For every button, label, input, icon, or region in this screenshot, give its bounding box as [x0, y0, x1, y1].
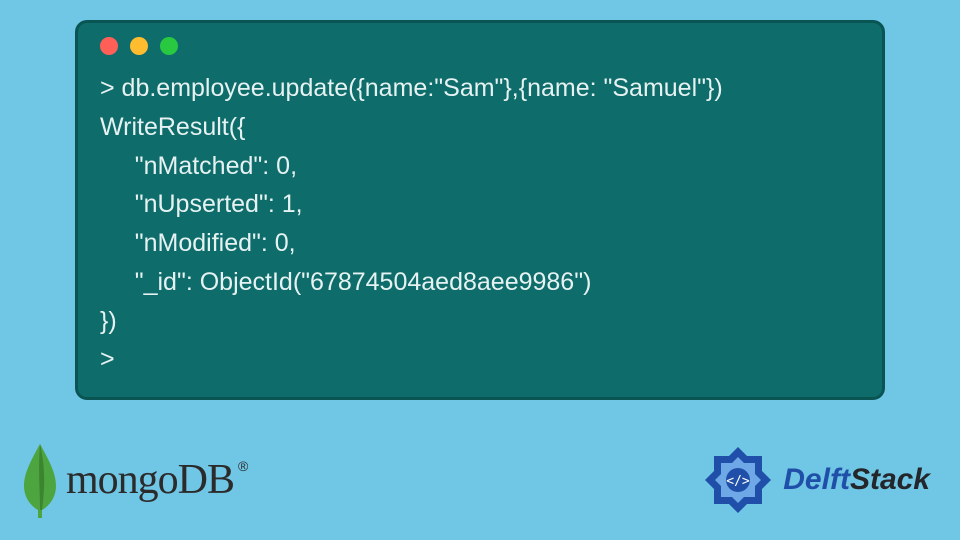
delftstack-badge-icon: </> — [703, 445, 773, 515]
delftstack-logo: </> DelftStack — [703, 445, 930, 515]
mongodb-leaf-icon — [20, 440, 60, 520]
close-icon[interactable] — [100, 37, 118, 55]
minimize-icon[interactable] — [130, 37, 148, 55]
mongodb-logo: mongoDB ® — [20, 440, 248, 520]
zoom-icon[interactable] — [160, 37, 178, 55]
footer: mongoDB ® </> DelftStack — [0, 430, 960, 540]
delft-text-part1: Delft — [783, 463, 850, 496]
svg-text:</>: </> — [727, 474, 751, 489]
mongodb-wordmark: mongoDB — [66, 456, 234, 504]
terminal-window: > db.employee.update({name:"Sam"},{name:… — [75, 20, 885, 400]
terminal-output: > db.employee.update({name:"Sam"},{name:… — [100, 69, 860, 379]
registered-symbol: ® — [238, 458, 248, 474]
delftstack-wordmark: DelftStack — [783, 463, 930, 497]
delft-text-part2: Stack — [850, 463, 930, 496]
window-titlebar — [100, 37, 860, 55]
